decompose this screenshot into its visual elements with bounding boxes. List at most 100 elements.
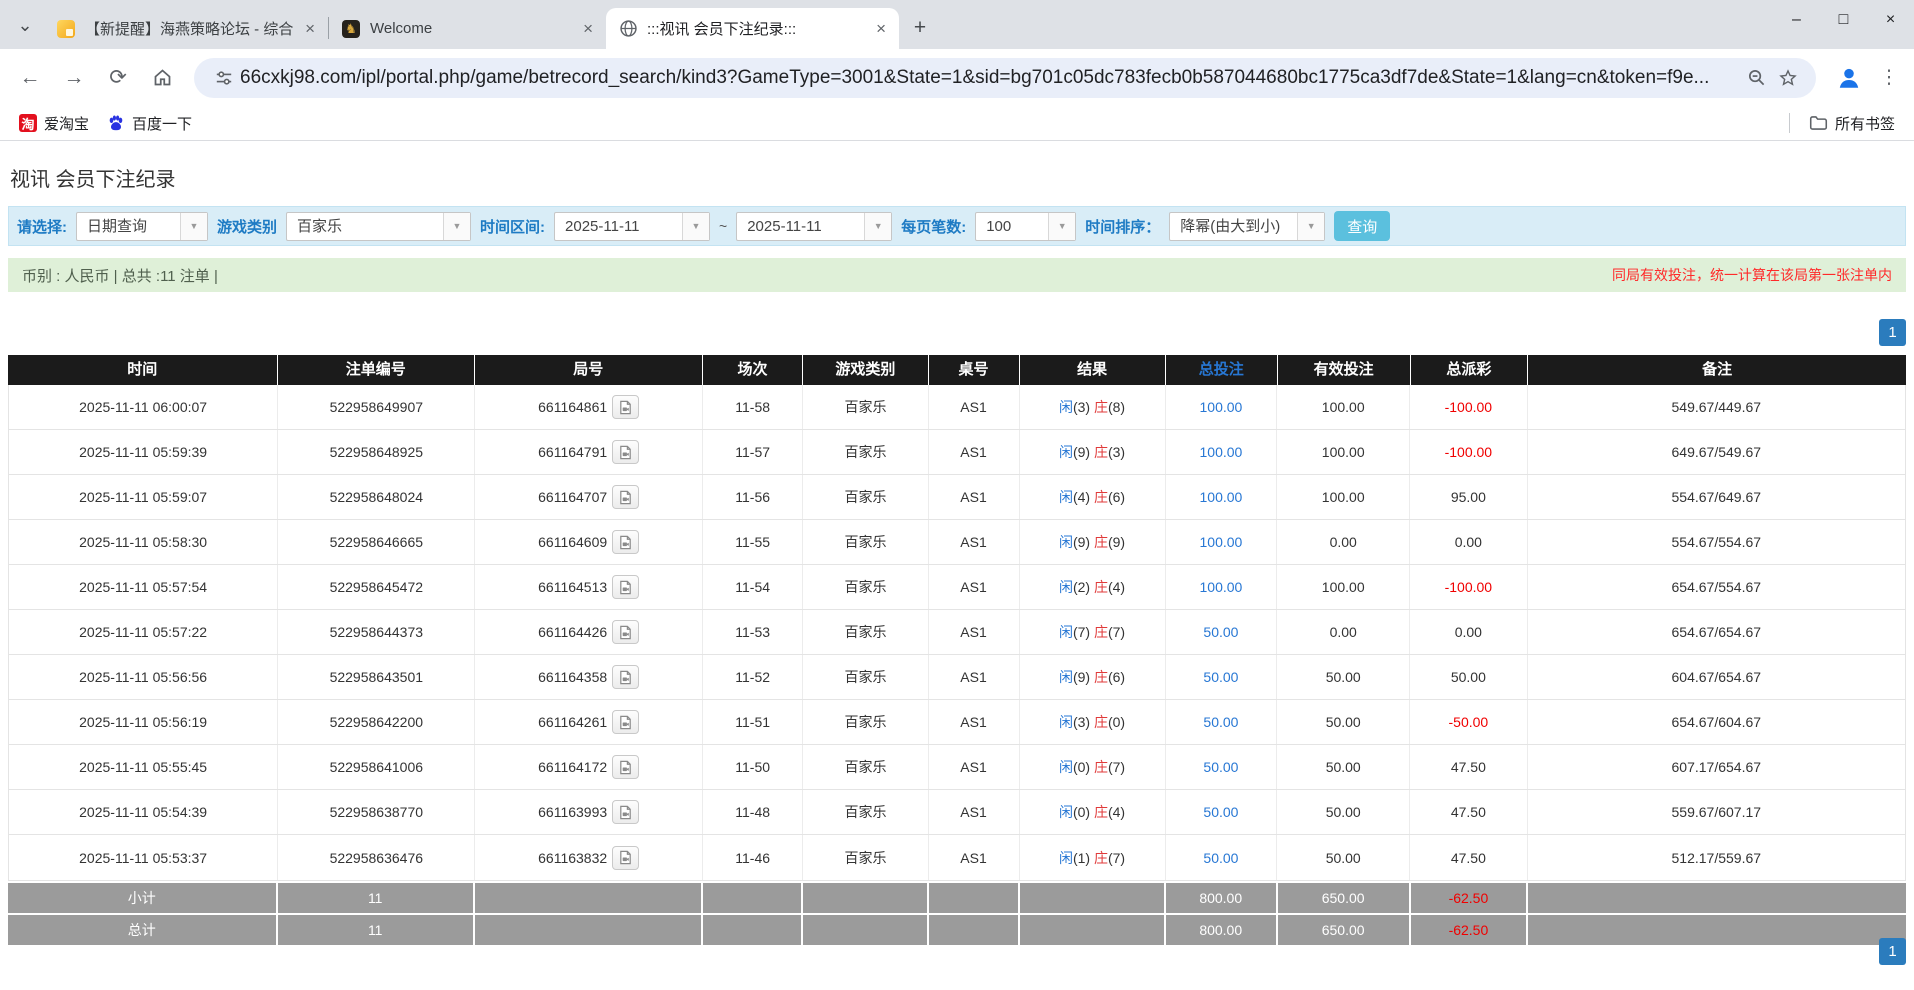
- sort-label: 时间排序：: [1085, 218, 1161, 236]
- tab-forum[interactable]: 【新提醒】海燕策略论坛 - 综合 ×: [44, 8, 328, 49]
- total-total-bet: 800.00: [1165, 915, 1278, 945]
- tab-close-icon[interactable]: ×: [580, 19, 596, 39]
- page-number-button[interactable]: 1: [1879, 319, 1906, 346]
- table-row: 2025-11-11 05:59:07 522958648024 6611647…: [9, 475, 1905, 520]
- cell-remark: 607.17/654.67: [1671, 759, 1762, 775]
- cell-total-bet[interactable]: 100.00: [1166, 385, 1278, 429]
- game-type-select[interactable]: 百家乐 ▼: [286, 211, 472, 241]
- subtotal-label: 小计: [8, 883, 278, 913]
- reload-icon: ⟳: [109, 66, 127, 89]
- cell-valid-bet: 0.00: [1277, 520, 1411, 564]
- profile-avatar[interactable]: [1828, 57, 1870, 99]
- total-count: 11: [277, 915, 475, 945]
- video-replay-button[interactable]: [612, 710, 640, 734]
- header-valid-bet: 有效投注: [1278, 355, 1411, 385]
- cell-game-type: 百家乐: [803, 700, 929, 744]
- minimize-button[interactable]: –: [1773, 11, 1820, 29]
- search-button[interactable]: 查询: [1334, 211, 1391, 241]
- subtotal-valid-bet: 650.00: [1277, 883, 1411, 913]
- cell-table-id: AS1: [929, 385, 1020, 429]
- select-label: 请选择:: [17, 218, 67, 236]
- cell-round-id: 661164513: [475, 565, 703, 609]
- browser-menu-button[interactable]: ⋮: [1874, 58, 1904, 98]
- browser-toolbar: ← → ⟳ 66cxkj98.com/ipl/portal.php/game/b…: [0, 49, 1914, 106]
- cell-result: 闲(1) 庄(7): [1020, 835, 1166, 880]
- new-tab-button[interactable]: +: [905, 13, 935, 43]
- cell-result: 闲(2) 庄(4): [1020, 565, 1166, 609]
- window-close-button[interactable]: ×: [1867, 11, 1914, 29]
- cell-total-bet[interactable]: 100.00: [1166, 565, 1278, 609]
- video-replay-button[interactable]: [612, 800, 640, 824]
- zoom-level-icon[interactable]: [1740, 62, 1772, 94]
- date-to-select[interactable]: 2025-11-11 ▼: [736, 211, 893, 241]
- chevron-down-icon: ⌄: [17, 14, 33, 35]
- cell-total-bet[interactable]: 50.00: [1166, 745, 1278, 789]
- maximize-button[interactable]: □: [1820, 11, 1867, 29]
- cell-bet-id: 522958642200: [278, 700, 476, 744]
- address-bar[interactable]: 66cxkj98.com/ipl/portal.php/game/betreco…: [194, 57, 1816, 98]
- video-replay-button[interactable]: [612, 440, 640, 464]
- tab-search-button[interactable]: ⌄: [8, 8, 42, 42]
- info-notice-text: 同局有效投注，统一计算在该局第一张注单内: [1612, 267, 1892, 283]
- bookmark-star-icon[interactable]: [1772, 62, 1804, 94]
- tab-close-icon[interactable]: ×: [873, 19, 889, 39]
- sort-select[interactable]: 降幂(由大到小) ▼: [1169, 211, 1326, 241]
- round-id-text: 661164172: [538, 759, 608, 775]
- query-type-select[interactable]: 日期查询 ▼: [76, 211, 208, 241]
- cell-payout: -100.00: [1410, 430, 1528, 474]
- dropdown-arrow-icon: ▼: [180, 212, 207, 240]
- table-row: 2025-11-11 06:00:07 522958649907 6611648…: [9, 385, 1905, 430]
- cell-table-id: AS1: [929, 745, 1020, 789]
- home-icon: [154, 69, 170, 86]
- cell-total-bet[interactable]: 100.00: [1166, 520, 1278, 564]
- tab-betrecord-active[interactable]: :::视讯 会员下注纪录::: ×: [606, 8, 899, 49]
- video-replay-button[interactable]: [612, 395, 640, 419]
- url-text[interactable]: 66cxkj98.com/ipl/portal.php/game/betreco…: [240, 67, 1740, 89]
- cell-total-bet[interactable]: 50.00: [1166, 790, 1278, 834]
- cell-game-type: 百家乐: [803, 475, 929, 519]
- reload-button[interactable]: ⟳: [98, 58, 138, 98]
- forward-button[interactable]: →: [54, 58, 94, 98]
- video-replay-button[interactable]: [612, 530, 640, 554]
- video-replay-button[interactable]: [612, 620, 640, 644]
- cell-total-bet[interactable]: 100.00: [1166, 475, 1278, 519]
- tab-close-icon[interactable]: ×: [302, 19, 318, 39]
- cell-total-bet[interactable]: 50.00: [1166, 835, 1278, 880]
- cell-total-bet[interactable]: 50.00: [1166, 610, 1278, 654]
- dropdown-arrow-icon: ▼: [443, 212, 471, 240]
- table-row: 2025-11-11 05:56:19 522958642200 6611642…: [9, 700, 1905, 745]
- page-size-select[interactable]: 100 ▼: [975, 211, 1077, 241]
- bookmark-baidu[interactable]: 百度一下: [98, 109, 201, 137]
- video-replay-button[interactable]: [612, 845, 640, 870]
- home-button[interactable]: [142, 58, 182, 98]
- banker-result: 庄: [1093, 849, 1108, 866]
- video-replay-button[interactable]: [612, 755, 640, 779]
- cell-result: 闲(7) 庄(7): [1020, 610, 1166, 654]
- back-icon: ←: [19, 65, 41, 89]
- cell-remark: 649.67/549.67: [1671, 444, 1762, 460]
- date-from-select[interactable]: 2025-11-11 ▼: [554, 211, 711, 241]
- cell-table-id: AS1: [929, 475, 1020, 519]
- video-file-icon: [620, 760, 631, 774]
- cell-payout: 95.00: [1410, 475, 1528, 519]
- video-replay-button[interactable]: [612, 665, 640, 689]
- video-replay-button[interactable]: [612, 485, 640, 509]
- cell-total-bet[interactable]: 50.00: [1166, 655, 1278, 699]
- game-type-label: 游戏类别: [217, 218, 278, 236]
- back-button[interactable]: ←: [10, 58, 50, 98]
- tab-welcome[interactable]: ♞ Welcome ×: [329, 8, 606, 49]
- cell-total-bet[interactable]: 100.00: [1166, 430, 1278, 474]
- bookmarks-bar: 淘 爱淘宝 百度一下 所有书签: [0, 106, 1914, 141]
- video-replay-button[interactable]: [612, 575, 640, 599]
- page-number-button[interactable]: 1: [1879, 938, 1906, 965]
- banker-result: 庄: [1093, 714, 1108, 730]
- cell-bet-id: 522958644373: [278, 610, 476, 654]
- all-bookmarks-button[interactable]: 所有书签: [1800, 109, 1904, 137]
- cell-payout: 47.50: [1410, 835, 1528, 880]
- banker-result: 庄: [1093, 624, 1108, 640]
- cell-round-id: 661163993: [475, 790, 703, 834]
- cell-total-bet[interactable]: 50.00: [1166, 700, 1278, 744]
- bookmark-taobao[interactable]: 淘 爱淘宝: [10, 109, 98, 137]
- banker-result: 庄: [1093, 534, 1108, 550]
- site-settings-icon[interactable]: [208, 62, 240, 94]
